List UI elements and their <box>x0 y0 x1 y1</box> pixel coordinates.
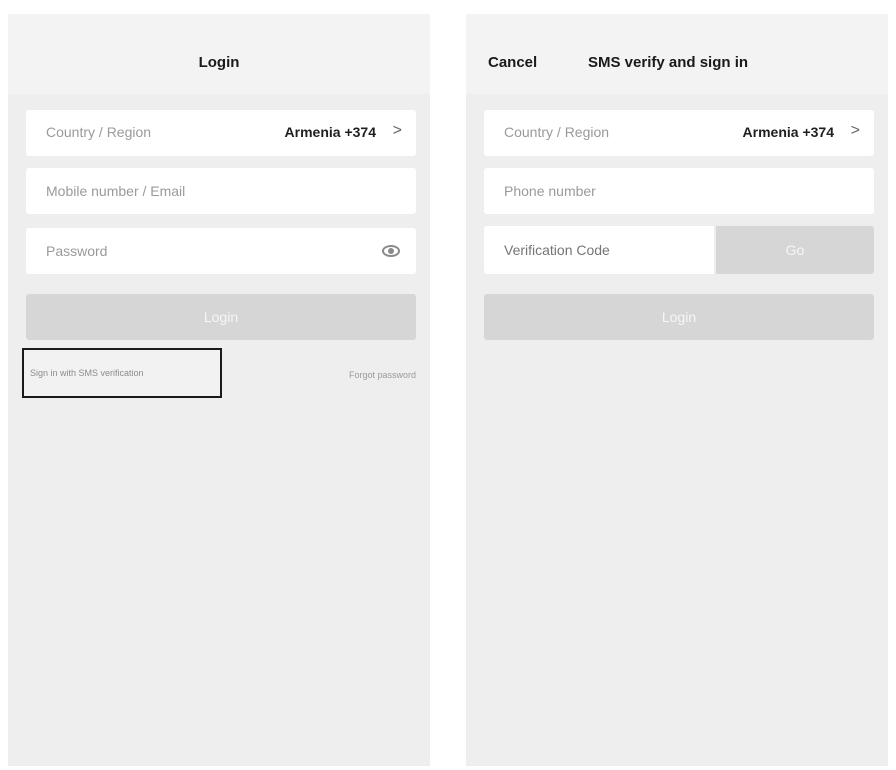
verification-code-input[interactable] <box>504 226 704 274</box>
login-header: Login <box>8 14 430 94</box>
chevron-right-icon: > <box>850 122 860 139</box>
phone-field-container <box>484 168 874 214</box>
sms-verification-link[interactable]: Sign in with SMS verification <box>30 368 144 378</box>
sms-header: Cancel SMS verify and sign in <box>466 14 888 94</box>
sms-login-button[interactable]: Login <box>484 294 874 340</box>
mobile-email-field-container <box>26 168 416 214</box>
mobile-email-input[interactable] <box>46 168 346 214</box>
eye-icon[interactable] <box>382 245 400 257</box>
sms-country-region-label: Country / Region <box>504 124 610 140</box>
chevron-right-icon: > <box>392 122 402 139</box>
country-region-label: Country / Region <box>46 124 152 140</box>
forgot-password-link[interactable]: Forgot password <box>349 370 416 380</box>
verification-code-container <box>484 226 714 274</box>
login-screen: Login Country / Region Armenia +374 > Lo… <box>8 14 430 766</box>
sms-link-highlight: Sign in with SMS verification <box>22 348 222 398</box>
country-region-value: Armenia +374 <box>284 124 376 140</box>
cancel-button[interactable]: Cancel <box>488 54 537 71</box>
phone-number-input[interactable] <box>504 168 804 214</box>
sms-country-region-value: Armenia +374 <box>742 124 834 140</box>
sms-title: SMS verify and sign in <box>588 54 749 71</box>
password-field-container <box>26 228 416 274</box>
password-input[interactable] <box>46 228 346 274</box>
sms-country-region-selector[interactable]: Country / Region Armenia +374 > <box>484 110 874 156</box>
login-button[interactable]: Login <box>26 294 416 340</box>
login-title: Login <box>198 54 240 71</box>
sms-screen: Cancel SMS verify and sign in Country / … <box>466 14 888 766</box>
country-region-selector[interactable]: Country / Region Armenia +374 > <box>26 110 416 156</box>
go-button[interactable]: Go <box>716 226 874 274</box>
